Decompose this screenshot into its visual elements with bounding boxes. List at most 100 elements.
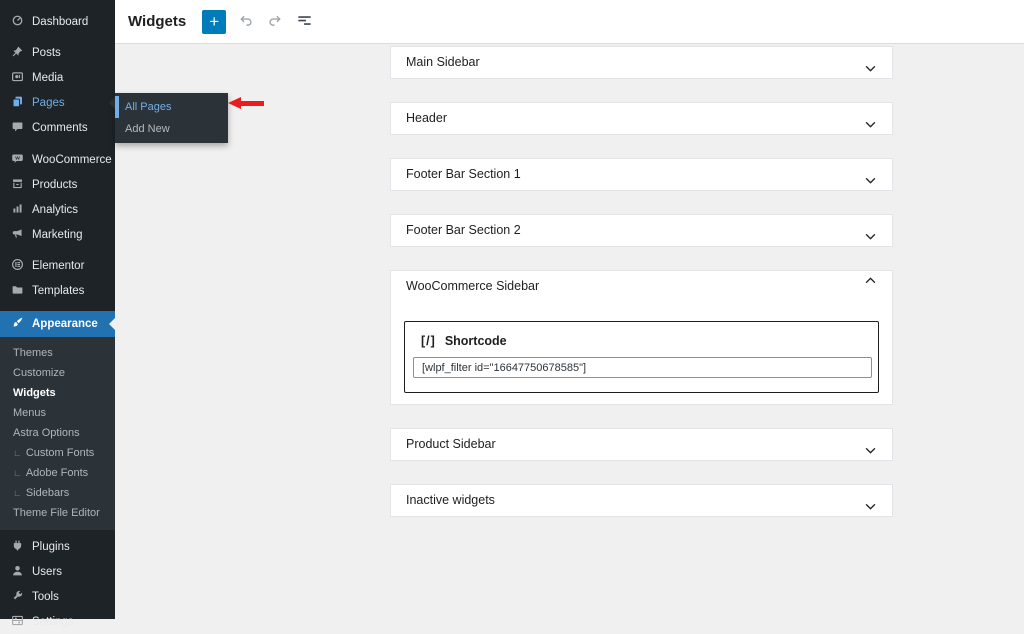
sub-arrow-icon: ∟	[13, 488, 22, 498]
submenu-item-widgets[interactable]: Widgets	[0, 383, 115, 403]
sidebar-item-dashboard[interactable]: Dashboard	[0, 9, 115, 34]
submenu-item-menus[interactable]: Menus	[0, 403, 115, 423]
sidebar-item-settings[interactable]: Settings	[0, 609, 115, 634]
sidebar-item-tools[interactable]: Tools	[0, 584, 115, 609]
sidebar-item-woocommerce[interactable]: W WooCommerce	[0, 147, 115, 172]
sidebar-item-label: Comments	[32, 121, 88, 134]
sidebar-item-products[interactable]: Products	[0, 172, 115, 197]
bar-chart-icon	[11, 202, 24, 218]
submenu-item-adobe-fonts[interactable]: ∟ Adobe Fonts	[0, 463, 115, 483]
sidebar-item-comments[interactable]: Comments	[0, 115, 115, 140]
flyout-notch-icon	[103, 96, 115, 109]
sidebar-item-marketing[interactable]: Marketing	[0, 222, 115, 247]
widget-area-panel-header: Header	[390, 102, 893, 135]
chevron-down-icon	[865, 227, 876, 240]
wrench-icon	[11, 589, 24, 605]
submenu-item-theme-file-editor[interactable]: Theme File Editor	[0, 503, 115, 523]
pushpin-icon	[11, 45, 24, 61]
widget-area-panel-woocommerce-sidebar: WooCommerce Sidebar [/] Shortcode	[390, 270, 893, 405]
plug-icon	[11, 539, 24, 555]
sidebar-item-label: WooCommerce	[32, 153, 112, 166]
panel-toggle[interactable]: Footer Bar Section 1	[391, 159, 892, 190]
chevron-down-icon	[865, 441, 876, 454]
sidebar-item-label: Media	[32, 71, 64, 84]
sub-arrow-icon: ∟	[13, 448, 22, 458]
panel-title: Inactive widgets	[406, 493, 495, 507]
list-view-icon	[296, 12, 313, 32]
media-icon	[11, 70, 24, 86]
chevron-down-icon	[865, 497, 876, 510]
chevron-down-icon	[865, 171, 876, 184]
panel-toggle[interactable]: Main Sidebar	[391, 47, 892, 78]
sidebar-item-posts[interactable]: Posts	[0, 40, 115, 65]
sidebar-item-label: Dashboard	[32, 15, 89, 28]
sidebar-item-media[interactable]: Media	[0, 65, 115, 90]
undo-button[interactable]	[234, 10, 258, 34]
widget-area-panel-product-sidebar: Product Sidebar	[390, 428, 893, 461]
shortcode-widget-block[interactable]: [/] Shortcode	[404, 321, 879, 393]
sidebar-item-label: Pages	[32, 96, 65, 109]
user-icon	[11, 564, 24, 580]
submenu-item-sidebars[interactable]: ∟ Sidebars	[0, 483, 115, 503]
shortcode-input[interactable]	[413, 357, 872, 378]
pages-icon	[11, 95, 24, 111]
sidebar-item-label: Elementor	[32, 259, 85, 272]
panel-title: Header	[406, 111, 447, 125]
sidebar-item-label: Tools	[32, 590, 59, 603]
panel-toggle[interactable]: Inactive widgets	[391, 485, 892, 516]
shortcode-icon: [/]	[421, 334, 436, 348]
panel-toggle[interactable]: Header	[391, 103, 892, 134]
svg-text:W: W	[15, 155, 20, 161]
flyout-item-add-new[interactable]: Add New	[115, 118, 228, 140]
sub-arrow-icon: ∟	[13, 468, 22, 478]
sidebar-item-users[interactable]: Users	[0, 559, 115, 584]
sidebar-item-plugins[interactable]: Plugins	[0, 534, 115, 559]
sidebar-item-elementor[interactable]: Elementor	[0, 253, 115, 278]
panel-toggle[interactable]: Product Sidebar	[391, 429, 892, 460]
sidebar-item-templates[interactable]: Templates	[0, 278, 115, 303]
sidebar-item-label: Settings	[32, 615, 74, 628]
submenu-item-astra-options[interactable]: Astra Options	[0, 423, 115, 443]
panel-toggle[interactable]: Footer Bar Section 2	[391, 215, 892, 246]
woocommerce-icon: W	[11, 152, 24, 168]
settings-icon	[11, 614, 24, 630]
undo-icon	[238, 12, 255, 32]
sidebar-item-label: Products	[32, 178, 78, 191]
box-icon	[11, 177, 24, 193]
sidebar-item-pages[interactable]: Pages	[0, 90, 115, 115]
submenu-item-themes[interactable]: Themes	[0, 343, 115, 363]
sidebar-item-analytics[interactable]: Analytics	[0, 197, 115, 222]
folder-icon	[11, 283, 24, 299]
comment-icon	[11, 120, 24, 136]
sidebar-item-label: Templates	[32, 284, 85, 297]
editor-topbar: Widgets +	[115, 0, 1024, 44]
widget-area-panel-inactive-widgets: Inactive widgets	[390, 484, 893, 517]
list-view-button[interactable]	[292, 10, 316, 34]
widget-area-panel-footer-bar-2: Footer Bar Section 2	[390, 214, 893, 247]
sidebar-item-label: Posts	[32, 46, 61, 59]
sidebar-item-label: Users	[32, 565, 63, 578]
redo-icon	[266, 12, 283, 32]
pages-flyout-menu: All Pages Add New	[115, 93, 228, 143]
chevron-up-icon	[865, 277, 876, 290]
redo-button[interactable]	[262, 10, 286, 34]
chevron-down-icon	[865, 115, 876, 128]
chevron-down-icon	[865, 59, 876, 72]
add-block-button[interactable]: +	[202, 9, 227, 34]
paintbrush-icon	[11, 316, 24, 332]
annotation-arrow-icon	[228, 97, 265, 110]
elementor-icon	[11, 258, 24, 274]
panel-title: Footer Bar Section 1	[406, 167, 521, 181]
submenu-item-custom-fonts[interactable]: ∟ Custom Fonts	[0, 443, 115, 463]
panel-title: Main Sidebar	[406, 55, 480, 69]
sidebar-item-label: Marketing	[32, 228, 83, 241]
shortcode-widget-title: Shortcode	[444, 334, 507, 348]
panel-title: WooCommerce Sidebar	[406, 279, 540, 293]
widget-area-panel-footer-bar-1: Footer Bar Section 1	[390, 158, 893, 191]
widgets-editor-content: Main Sidebar Header Footer Bar Section 1…	[115, 44, 1024, 619]
submenu-item-customize[interactable]: Customize	[0, 363, 115, 383]
sidebar-item-label: Analytics	[32, 203, 79, 216]
panel-toggle[interactable]: WooCommerce Sidebar	[391, 271, 892, 302]
sidebar-item-appearance[interactable]: Appearance	[0, 311, 115, 337]
flyout-item-all-pages[interactable]: All Pages	[115, 96, 228, 118]
